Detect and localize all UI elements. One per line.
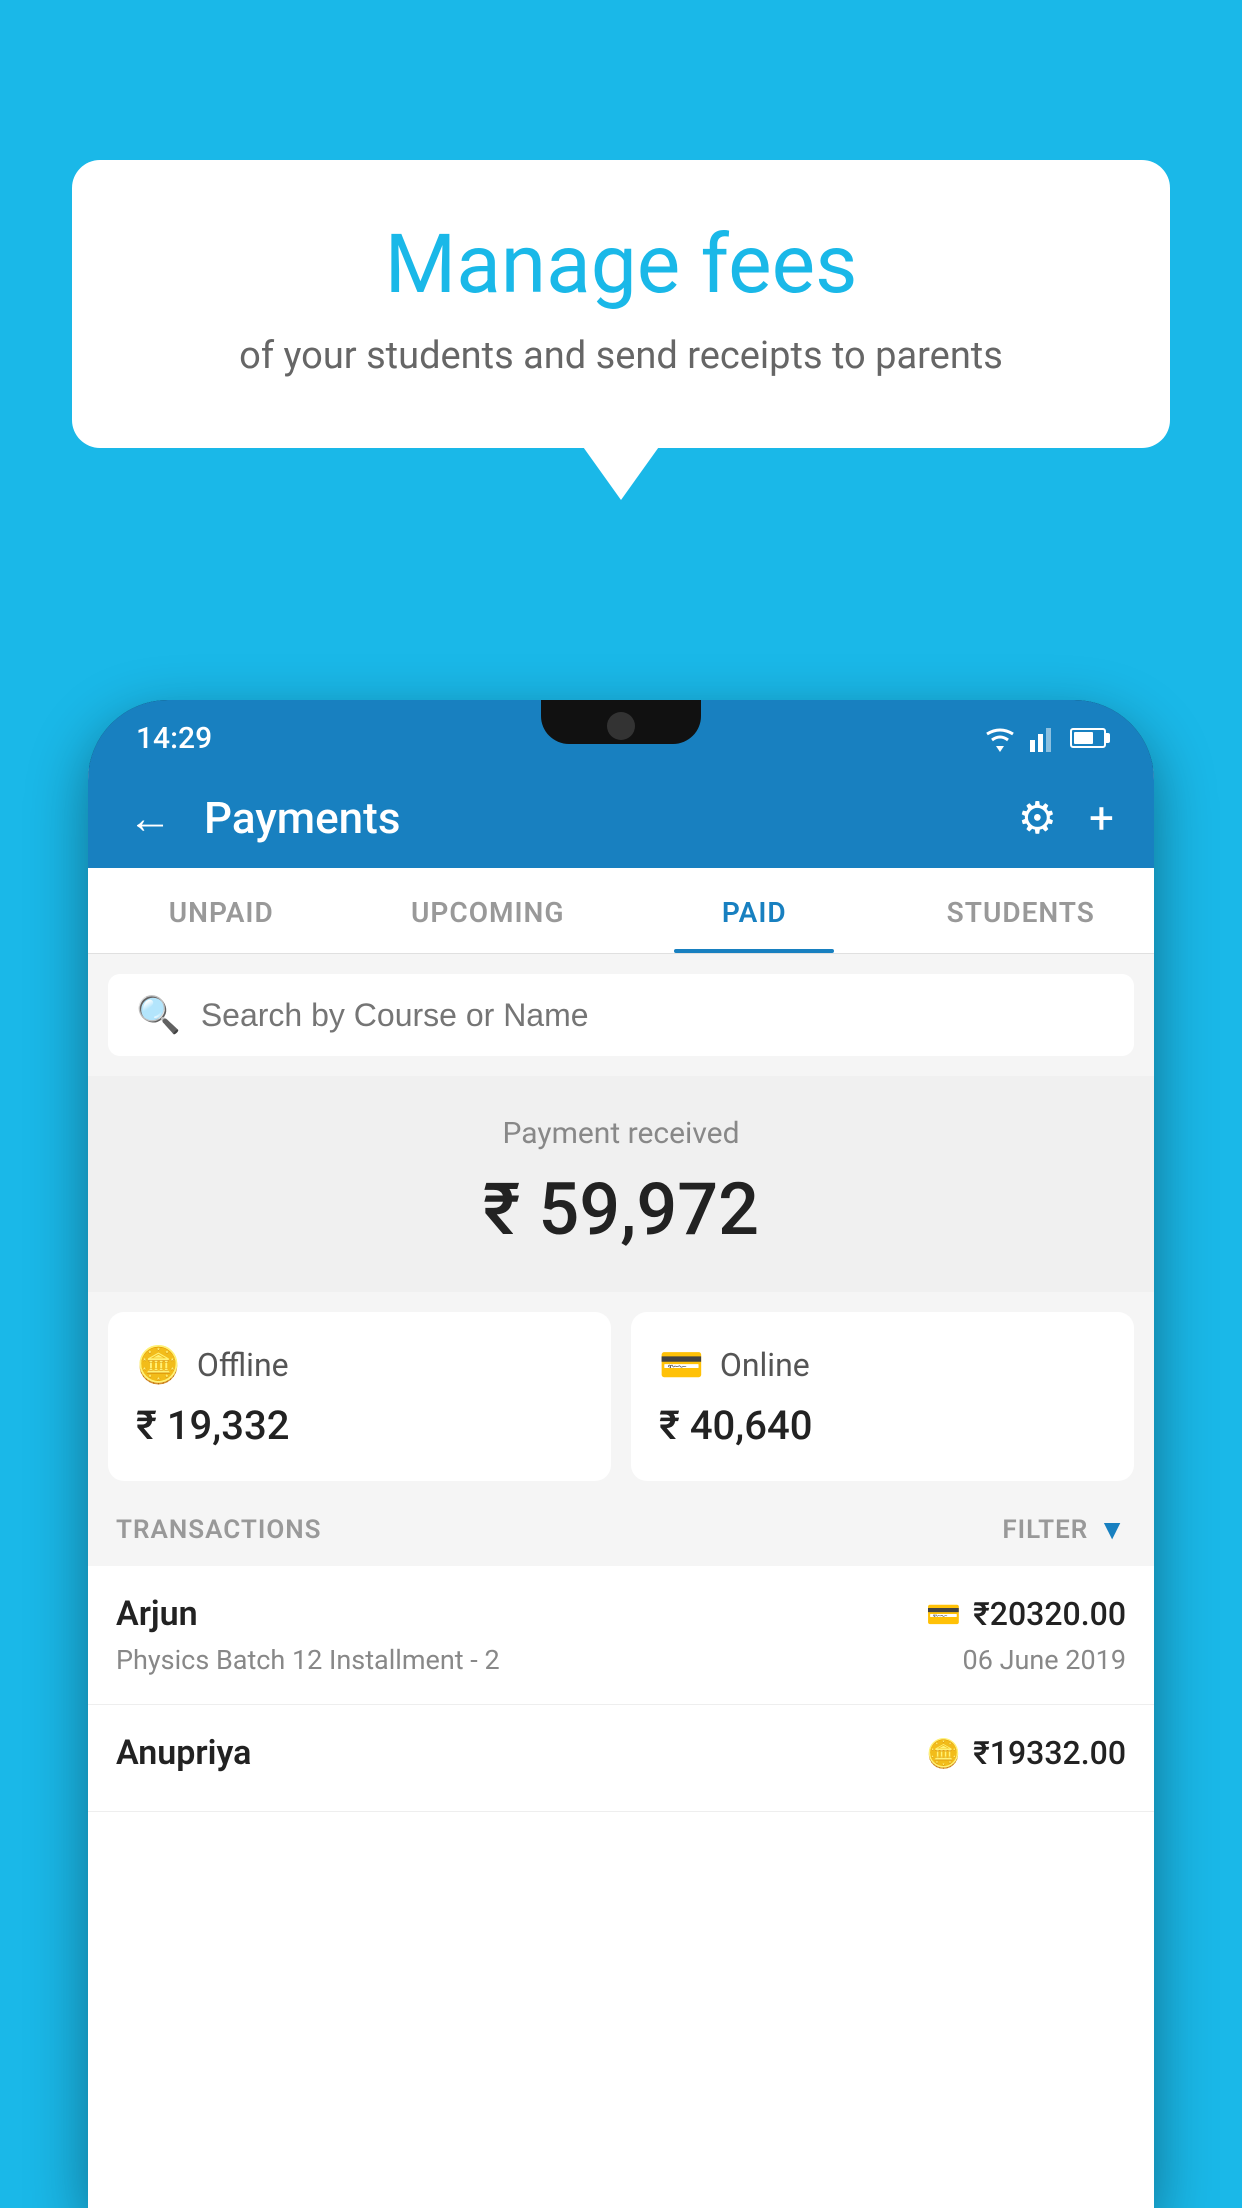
phone-notch [541, 700, 701, 744]
online-card: 💳 Online ₹ 40,640 [631, 1312, 1134, 1481]
transaction-item-anupriya[interactable]: Anupriya 🪙 ₹19332.00 [88, 1705, 1154, 1812]
transaction-item-arjun[interactable]: Arjun 💳 ₹20320.00 Physics Batch 12 Insta… [88, 1566, 1154, 1705]
search-container: 🔍 [108, 974, 1134, 1056]
offline-card-icon: 🪙 [136, 1344, 181, 1386]
signal-icon [1030, 724, 1058, 752]
online-card-amount: ₹ 40,640 [659, 1402, 1106, 1449]
tab-paid[interactable]: PAID [621, 868, 888, 953]
status-icons [982, 724, 1106, 752]
speech-bubble: Manage fees of your students and send re… [72, 160, 1170, 448]
phone-frame: 14:29 ← Payments ⚙ + [88, 700, 1154, 2208]
search-input[interactable] [201, 997, 1106, 1034]
bubble-subtitle: of your students and send receipts to pa… [152, 334, 1090, 378]
payment-received-amount: ₹ 59,972 [108, 1167, 1134, 1252]
payment-received-label: Payment received [108, 1116, 1134, 1151]
battery-icon [1070, 728, 1106, 748]
tabs-bar: UNPAID UPCOMING PAID STUDENTS [88, 868, 1154, 954]
online-card-label: Online [720, 1346, 810, 1384]
offline-card-label: Offline [197, 1346, 289, 1384]
transaction-type-icon-arjun: 💳 [926, 1598, 961, 1631]
wifi-icon [982, 724, 1018, 752]
transaction-date-arjun: 06 June 2019 [963, 1644, 1126, 1676]
transaction-name-arjun: Arjun [116, 1594, 198, 1634]
tab-students[interactable]: STUDENTS [888, 868, 1155, 953]
bubble-title: Manage fees [152, 220, 1090, 310]
app-header: ← Payments ⚙ + [88, 768, 1154, 868]
transaction-name-anupriya: Anupriya [116, 1733, 251, 1773]
add-button[interactable]: + [1089, 792, 1114, 844]
transaction-amount-arjun: ₹20320.00 [973, 1595, 1126, 1633]
online-card-icon: 💳 [659, 1344, 704, 1386]
filter-icon: ▼ [1098, 1513, 1126, 1546]
offline-card-amount: ₹ 19,332 [136, 1402, 583, 1449]
payment-received-section: Payment received ₹ 59,972 [88, 1076, 1154, 1292]
app-screen: ← Payments ⚙ + UNPAID UPCOMING PAID STUD… [88, 768, 1154, 2208]
transaction-course-arjun: Physics Batch 12 Installment - 2 [116, 1644, 500, 1676]
settings-icon[interactable]: ⚙ [1018, 792, 1057, 844]
page-title: Payments [204, 792, 1018, 844]
transaction-amount-anupriya: ₹19332.00 [973, 1734, 1126, 1772]
transactions-header: TRANSACTIONS FILTER ▼ [88, 1481, 1154, 1566]
back-button[interactable]: ← [128, 792, 172, 844]
cards-row: 🪙 Offline ₹ 19,332 💳 Online ₹ 40,640 [88, 1292, 1154, 1481]
tab-unpaid[interactable]: UNPAID [88, 868, 355, 953]
transactions-label: TRANSACTIONS [116, 1515, 322, 1545]
status-time: 14:29 [136, 721, 212, 756]
transaction-list: Arjun 💳 ₹20320.00 Physics Batch 12 Insta… [88, 1566, 1154, 2208]
tab-upcoming[interactable]: UPCOMING [355, 868, 622, 953]
search-icon: 🔍 [136, 994, 181, 1036]
header-icons: ⚙ + [1018, 792, 1114, 844]
filter-row[interactable]: FILTER ▼ [1002, 1513, 1126, 1546]
phone-camera [607, 712, 635, 740]
filter-label: FILTER [1002, 1515, 1088, 1545]
transaction-type-icon-anupriya: 🪙 [926, 1737, 961, 1770]
offline-card: 🪙 Offline ₹ 19,332 [108, 1312, 611, 1481]
